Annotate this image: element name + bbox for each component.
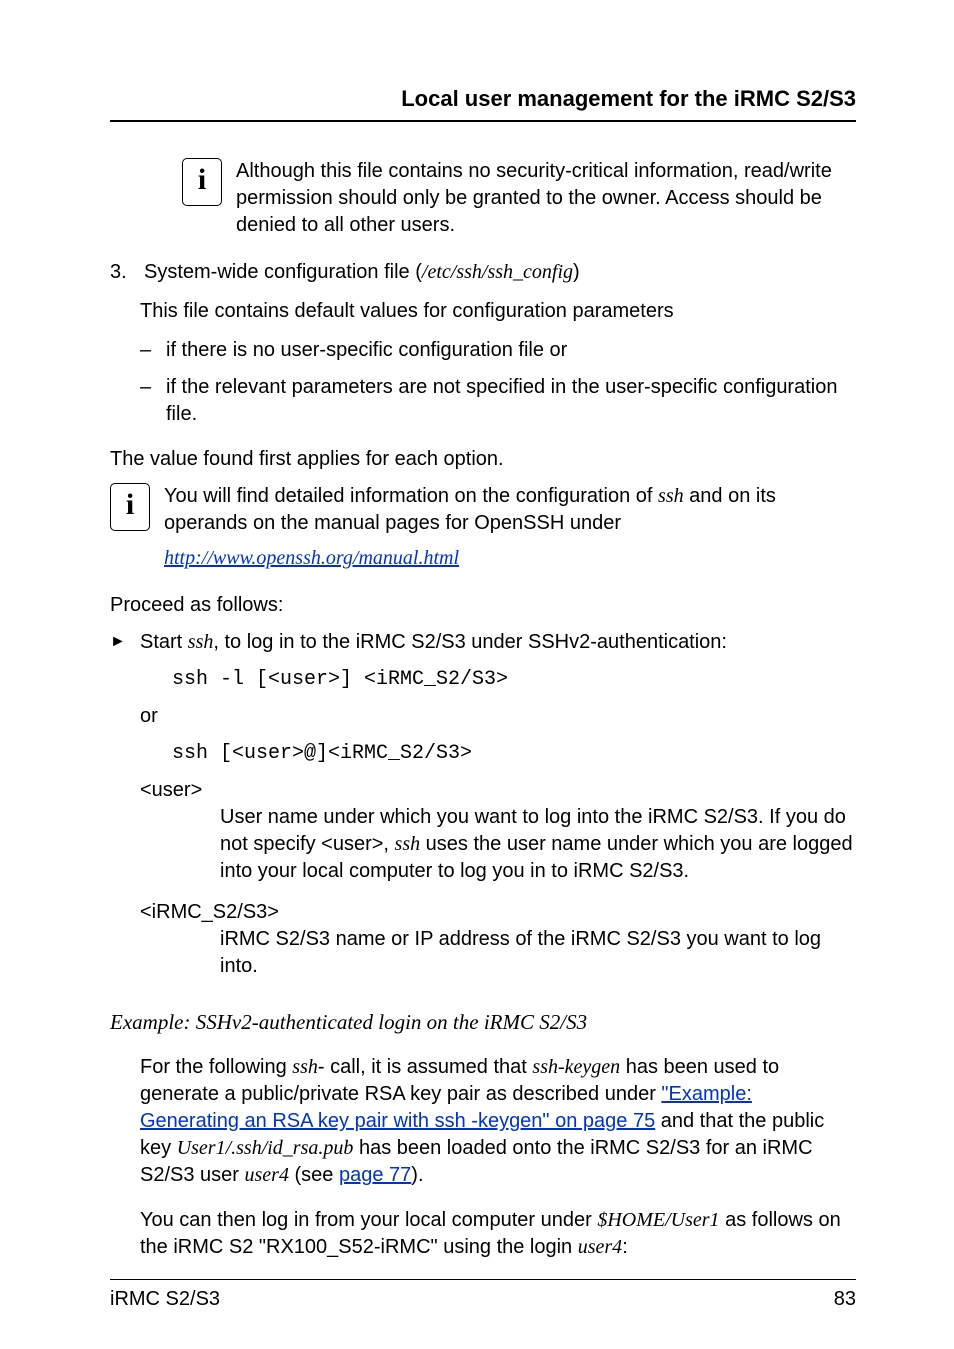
ex1-h: User1/.ssh/id_rsa.pub bbox=[177, 1137, 354, 1159]
def-user-body: User name under which you want to log in… bbox=[220, 804, 856, 885]
info-icon: i bbox=[110, 483, 150, 531]
dash-mark: – bbox=[140, 374, 166, 401]
ex1-d: ssh-keygen bbox=[532, 1056, 620, 1078]
page-number: 83 bbox=[834, 1288, 856, 1311]
ex2-b: $HOME/User1 bbox=[597, 1209, 719, 1231]
step-text: Start ssh, to log in to the iRMC S2/S3 u… bbox=[140, 629, 727, 656]
ordered-item-3-number: 3. bbox=[110, 259, 144, 286]
info2-line1a: You will find detailed information on th… bbox=[164, 485, 658, 507]
def-irmc-term: <iRMC_S2/S3> bbox=[140, 899, 856, 926]
ordered-item-3-intro: This file contains default values for co… bbox=[140, 298, 856, 325]
dash-item-2: – if the relevant parameters are not spe… bbox=[140, 374, 856, 428]
page-77-link[interactable]: page 77 bbox=[339, 1164, 411, 1186]
step-text-a: Start bbox=[140, 631, 188, 653]
or-text: or bbox=[140, 703, 856, 730]
ordered-item-3: 3. System-wide configuration file (/etc/… bbox=[110, 259, 856, 286]
info-note-1: i Although this file contains no securit… bbox=[182, 158, 856, 239]
ex2-e: : bbox=[622, 1236, 628, 1258]
dash-list: – if there is no user-specific configura… bbox=[140, 337, 856, 428]
proceed-heading: Proceed as follows: bbox=[110, 592, 856, 619]
footer-block: iRMC S2/S3 83 bbox=[110, 1279, 856, 1311]
ex2-d: user4 bbox=[578, 1236, 622, 1258]
page: Local user management for the iRMC S2/S3… bbox=[0, 0, 954, 1349]
header-rule bbox=[110, 120, 856, 122]
ex1-k: (see bbox=[289, 1164, 339, 1186]
page-header-title: Local user management for the iRMC S2/S3 bbox=[110, 86, 856, 112]
ordered-item-3-before: System-wide configuration file ( bbox=[144, 261, 422, 283]
ordered-item-3-after: ) bbox=[573, 261, 580, 283]
info-icon: i bbox=[182, 158, 222, 206]
footer-left: iRMC S2/S3 bbox=[110, 1288, 220, 1311]
info-note-2: i You will find detailed information on … bbox=[110, 483, 856, 537]
dash-item-1: – if there is no user-specific configura… bbox=[140, 337, 856, 364]
ex1-b: ssh bbox=[292, 1056, 318, 1078]
ex1-a: For the following bbox=[140, 1056, 292, 1078]
dash-item-1-text: if there is no user-specific configurati… bbox=[166, 337, 567, 364]
ordered-item-3-path: /etc/ssh/ssh_config bbox=[422, 261, 573, 283]
ssh-command-1: ssh -l [<user>] <iRMC_S2/S3> bbox=[172, 666, 856, 693]
ex2-a: You can then log in from your local comp… bbox=[140, 1209, 597, 1231]
ex1-c: - call, it is assumed that bbox=[318, 1056, 533, 1078]
triangle-bullet-icon: ► bbox=[110, 629, 140, 655]
ordered-item-3-text: System-wide configuration file (/etc/ssh… bbox=[144, 259, 580, 286]
ex1-j: user4 bbox=[245, 1164, 289, 1186]
page-footer: iRMC S2/S3 83 bbox=[110, 1288, 856, 1311]
info-note-2-text: You will find detailed information on th… bbox=[164, 483, 856, 537]
def-user-b: ssh bbox=[395, 833, 421, 855]
info2-link-row: http://www.openssh.org/manual.html bbox=[164, 545, 856, 572]
example-heading: Example: SSHv2-authenticated login on th… bbox=[110, 1008, 856, 1036]
step-bullet: ► Start ssh, to log in to the iRMC S2/S3… bbox=[110, 629, 856, 656]
def-user-term: <user> bbox=[140, 777, 856, 804]
value-found-paragraph: The value found first applies for each o… bbox=[110, 446, 856, 473]
content-area: i Although this file contains no securit… bbox=[110, 158, 856, 1279]
ssh-command-2: ssh [<user>@]<iRMC_S2/S3> bbox=[172, 740, 856, 767]
example-paragraph-1: For the following ssh- call, it is assum… bbox=[140, 1054, 856, 1189]
step-text-b: ssh bbox=[188, 631, 214, 653]
example-paragraph-2: You can then log in from your local comp… bbox=[140, 1207, 856, 1261]
dash-item-2-text: if the relevant parameters are not speci… bbox=[166, 374, 856, 428]
footer-rule bbox=[110, 1279, 856, 1280]
info-note-1-text: Although this file contains no security-… bbox=[236, 158, 856, 239]
ex1-m: ). bbox=[411, 1164, 423, 1186]
openssh-manual-link[interactable]: http://www.openssh.org/manual.html bbox=[164, 547, 459, 569]
info2-line1b: ssh bbox=[658, 485, 684, 507]
dash-mark: – bbox=[140, 337, 166, 364]
def-irmc-body: iRMC S2/S3 name or IP address of the iRM… bbox=[220, 926, 856, 980]
step-text-c: , to log in to the iRMC S2/S3 under SSHv… bbox=[213, 631, 727, 653]
